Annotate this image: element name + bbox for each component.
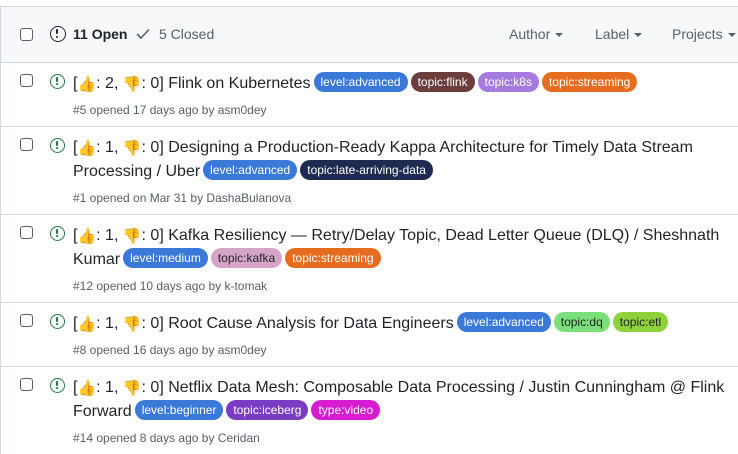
thumbs-down-icon: 👎 (122, 316, 142, 333)
issue-meta: #8 opened 16 days ago by asm0dey (73, 343, 267, 357)
issue-labels: level:advanced topic:late-arriving-data (200, 160, 433, 180)
issue-meta: #14 opened 8 days ago by Ceridan (73, 431, 260, 445)
issue-label[interactable]: topic:kafka (210, 248, 283, 268)
issue-row[interactable]: [👍: 1, 👎: 0] Kafka Resiliency — Retry/De… (1, 215, 738, 303)
issue-row[interactable]: [👍: 2, 👎: 0] Flink on Kubernetes level:ad… (1, 63, 738, 127)
issue-label[interactable]: topic:iceberg (226, 400, 309, 420)
issue-checkbox[interactable] (20, 226, 33, 239)
closed-issues-toggle[interactable]: 5 Closed (136, 26, 214, 42)
issues-list-header: 11 Open 5 Closed Author Label Projects (1, 7, 738, 63)
issue-labels: level:beginner topic:iceberg type:video (132, 400, 381, 420)
issue-title-line: [👍: 2, 👎: 0] Flink on Kubernetes level:ad… (73, 72, 738, 96)
issue-opened-icon (50, 74, 65, 89)
issue-label[interactable]: level:advanced (203, 160, 298, 180)
issue-checkbox[interactable] (20, 314, 33, 327)
thumbs-down-count: 0 (150, 227, 160, 244)
issue-label[interactable]: topic:flink (410, 72, 475, 92)
thumbs-up-count: 1 (105, 315, 114, 332)
issue-opened-icon (50, 314, 65, 329)
issue-title-line: [👍: 1, 👎: 0] Kafka Resiliency — Retry/De… (73, 227, 720, 268)
thumbs-down-icon: 👎 (122, 380, 142, 397)
issues-list-box: 11 Open 5 Closed Author Label Projects [… (0, 6, 738, 454)
thumbs-down-icon: 👎 (122, 76, 142, 93)
issue-meta: #1 opened on Mar 31 by DashaBulanova (73, 191, 292, 205)
issue-label[interactable]: topic:streaming (541, 72, 638, 92)
issue-label[interactable]: topic:k8s (477, 72, 539, 92)
issue-meta: #5 opened 17 days ago by asm0dey (73, 103, 267, 117)
issue-checkbox[interactable] (20, 378, 33, 391)
select-all-checkbox[interactable] (20, 28, 33, 41)
issue-labels: level:medium topic:kafka topic:streaming (120, 248, 381, 268)
label-filter-dropdown[interactable]: Label (595, 26, 643, 42)
issue-checkbox[interactable] (20, 138, 33, 151)
thumbs-up-count: 1 (105, 379, 114, 396)
thumbs-up-icon: 👍 (77, 76, 97, 93)
issue-labels: level:advanced topic:dq topic:etl (454, 312, 669, 332)
caret-down-icon (634, 33, 643, 37)
issue-row[interactable]: [👍: 1, 👎: 0] Netflix Data Mesh: Composab… (1, 367, 738, 454)
thumbs-up-icon: 👍 (77, 380, 97, 397)
issue-label[interactable]: topic:etl (612, 312, 669, 332)
issue-checkbox[interactable] (20, 74, 33, 87)
thumbs-down-count: 0 (150, 315, 160, 332)
issue-title-line: [👍: 1, 👎: 0] Netflix Data Mesh: Composab… (73, 379, 725, 420)
issue-label[interactable]: topic:streaming (285, 248, 381, 268)
issue-title-link[interactable]: Root Cause Analysis for Data Engineers (168, 315, 453, 332)
issue-label[interactable]: level:advanced (313, 72, 408, 92)
issue-opened-icon (50, 138, 65, 153)
issue-opened-icon (50, 26, 66, 42)
issue-labels: level:advanced topic:flink topic:k8s topic:… (311, 72, 638, 92)
closed-count-label: 5 Closed (159, 26, 215, 42)
issue-label[interactable]: level:advanced (456, 312, 551, 332)
thumbs-up-icon: 👍 (77, 140, 97, 157)
issue-label[interactable]: level:medium (123, 248, 208, 268)
thumbs-up-count: 1 (105, 139, 114, 156)
thumbs-up-icon: 👍 (77, 228, 97, 245)
issue-title-link[interactable]: Flink on Kubernetes (168, 75, 310, 92)
thumbs-down-count: 0 (150, 139, 160, 156)
issue-opened-icon (50, 226, 65, 241)
issue-label[interactable]: topic:dq (553, 312, 610, 332)
issue-label[interactable]: level:beginner (134, 400, 224, 420)
thumbs-up-count: 2 (105, 75, 114, 92)
issue-opened-icon (50, 378, 65, 393)
issue-row[interactable]: [👍: 1, 👎: 0] Root Cause Analysis for Dat… (1, 303, 738, 367)
caret-down-icon (727, 33, 736, 37)
thumbs-down-icon: 👎 (122, 228, 142, 245)
open-issues-toggle[interactable]: 11 Open (50, 26, 127, 42)
open-count-label: 11 Open (73, 26, 128, 42)
projects-filter-dropdown[interactable]: Projects (672, 26, 736, 42)
thumbs-up-count: 1 (105, 227, 114, 244)
check-icon (136, 29, 150, 39)
author-filter-label: Author (509, 26, 551, 42)
issue-title-line: [👍: 1, 👎: 0] Designing a Production-Read… (73, 139, 693, 180)
issue-title-line: [👍: 1, 👎: 0] Root Cause Analysis for Dat… (73, 312, 738, 336)
caret-down-icon (555, 33, 564, 37)
issue-label[interactable]: topic:late-arriving-data (300, 160, 433, 180)
label-filter-label: Label (595, 26, 630, 42)
issue-label[interactable]: type:video (311, 400, 381, 420)
issue-row[interactable]: [👍: 1, 👎: 0] Designing a Production-Read… (1, 127, 738, 215)
projects-filter-label: Projects (672, 26, 723, 42)
thumbs-down-count: 0 (150, 379, 160, 396)
author-filter-dropdown[interactable]: Author (509, 26, 564, 42)
thumbs-up-icon: 👍 (77, 316, 97, 333)
thumbs-down-icon: 👎 (122, 140, 142, 157)
thumbs-down-count: 0 (150, 75, 160, 92)
issue-meta: #12 opened 10 days ago by k-tomak (73, 279, 268, 293)
